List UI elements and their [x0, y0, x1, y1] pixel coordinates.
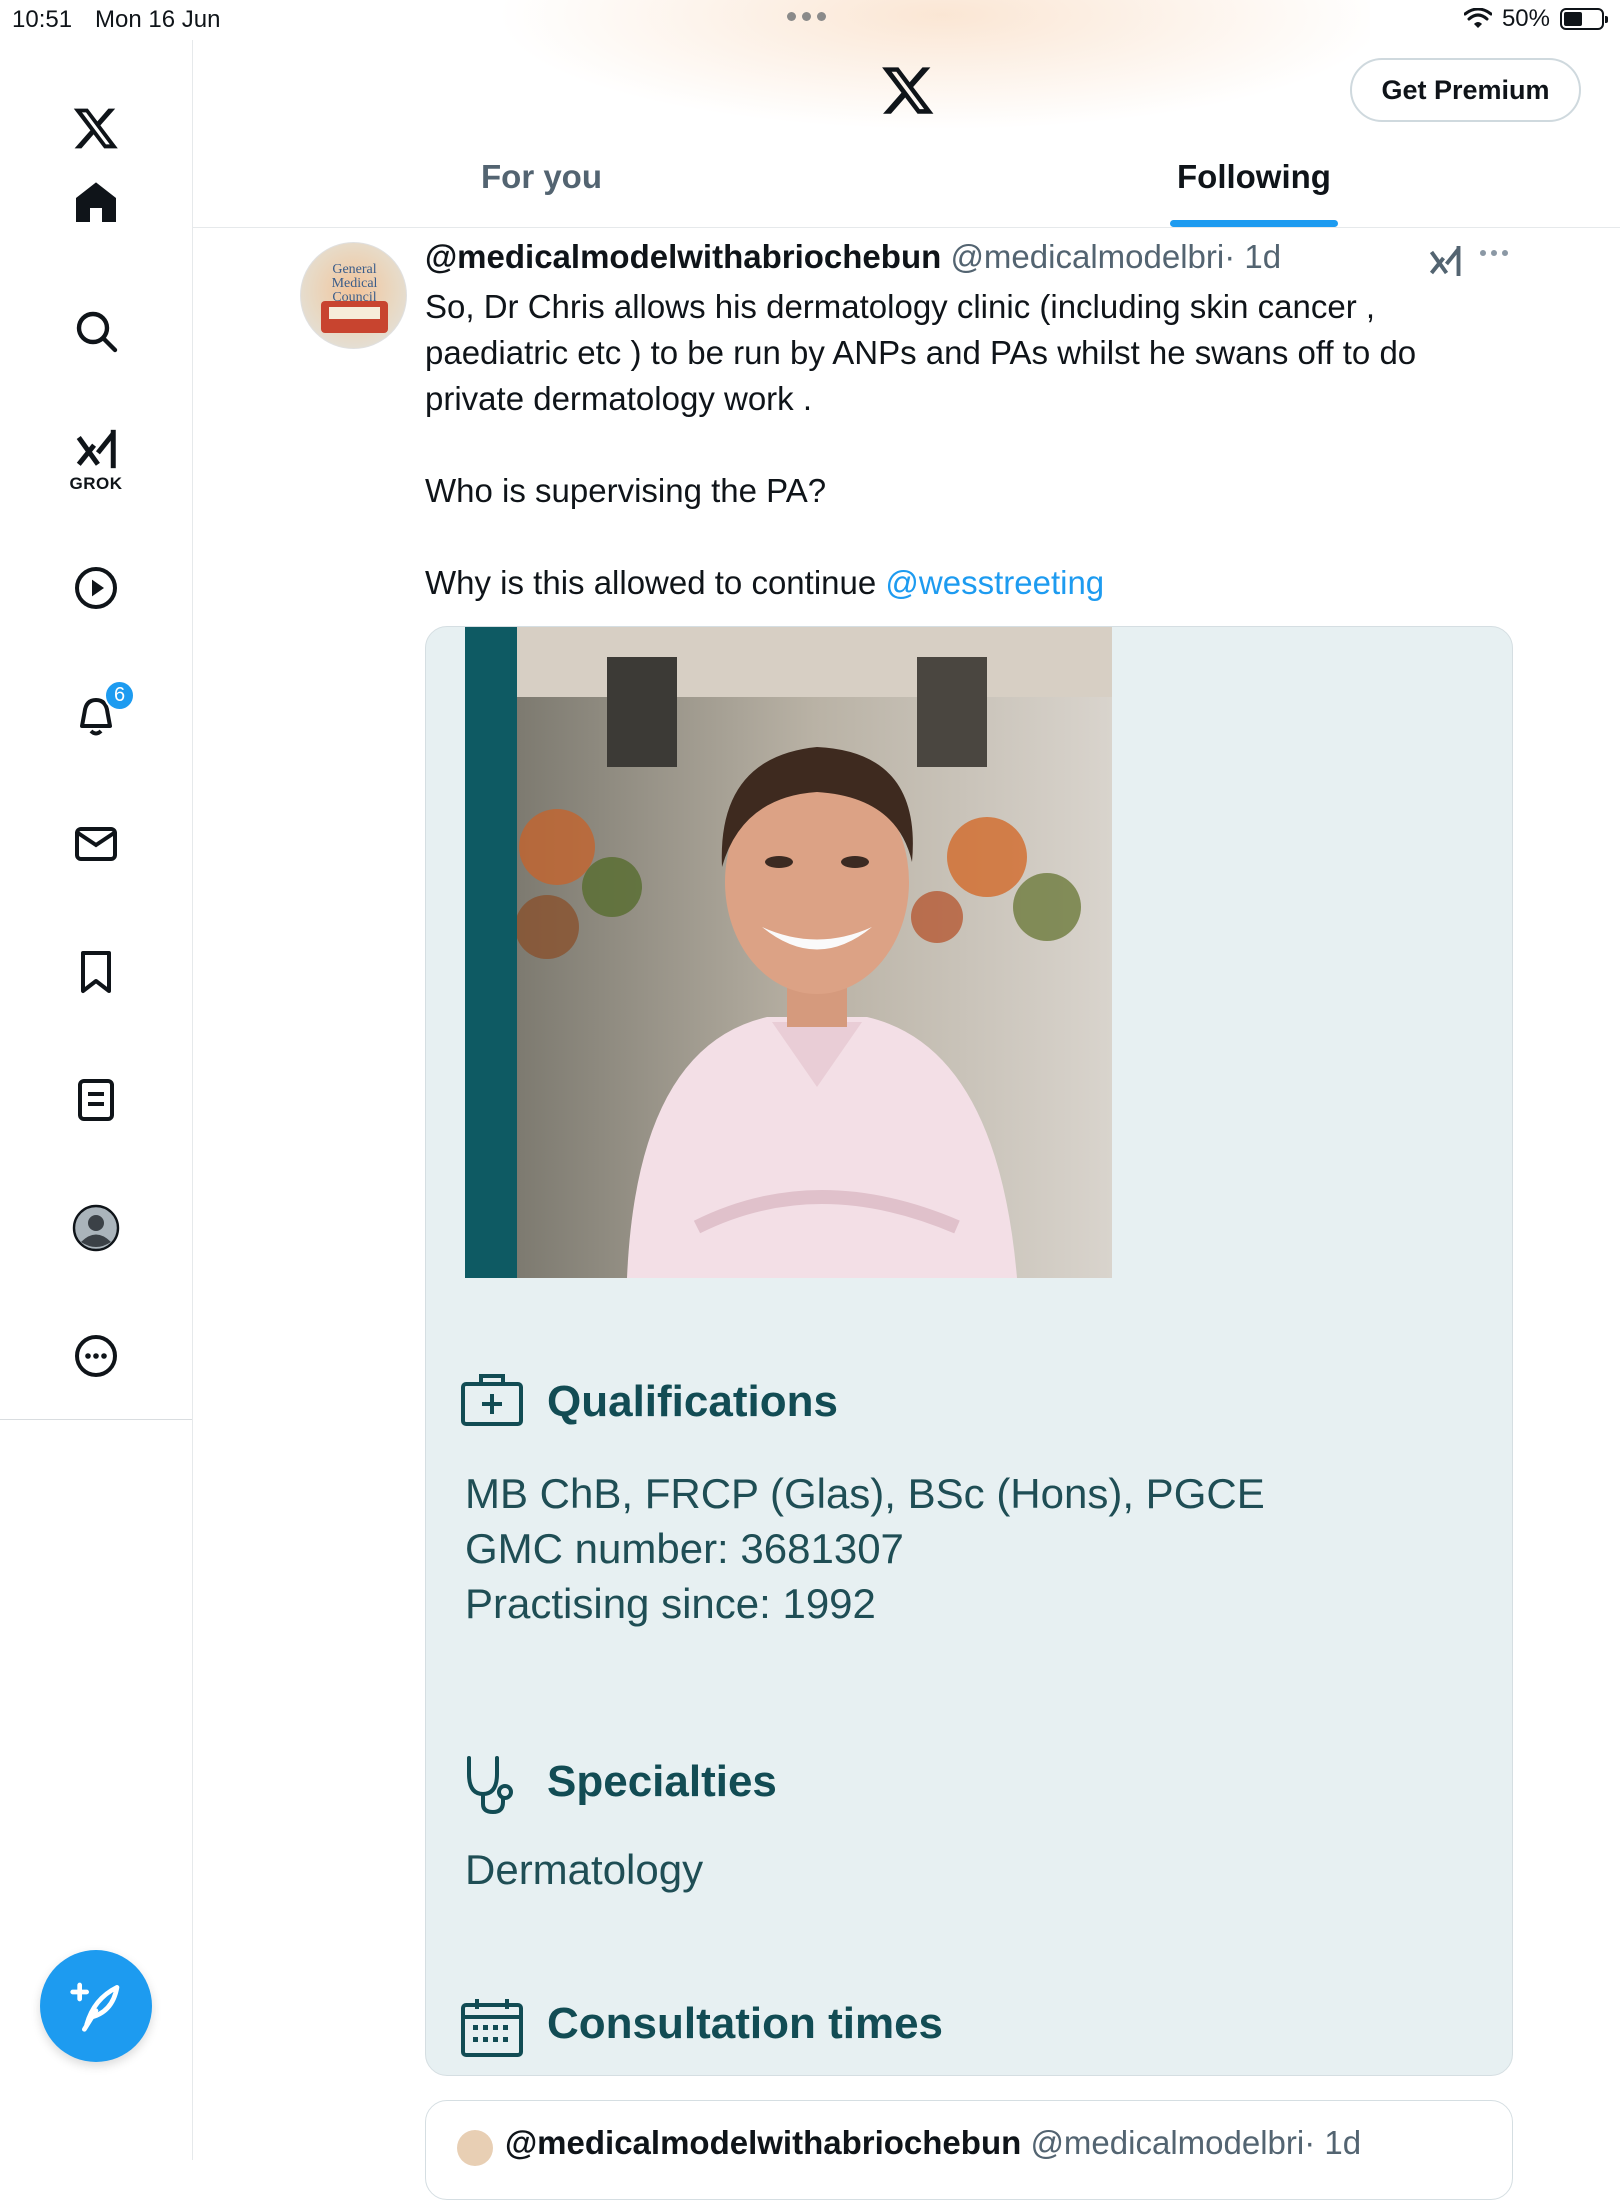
battery-icon [1560, 8, 1608, 30]
stethoscope-icon [467, 1756, 513, 1815]
practising-since-line: Practising since: 1992 [465, 1580, 876, 1627]
status-time: 10:51 [12, 6, 73, 33]
x-logo-icon[interactable] [58, 90, 134, 166]
status-bar: 10:51 Mon 16 Jun 50% [0, 0, 1620, 40]
consultation-times-heading: Consultation times [547, 1999, 944, 2048]
medical-kit-icon [461, 1374, 523, 1426]
sidebar: GROK 6 [0, 40, 193, 2160]
wifi-icon [1463, 8, 1492, 28]
tab-following[interactable]: Following [1177, 158, 1331, 196]
status-date: Mon 16 Jun [95, 6, 221, 33]
mail-icon[interactable] [58, 806, 134, 882]
next-tweet-header: @medicalmodelwithabriochebun @medicalmod… [505, 2124, 1361, 2162]
tweet-header: @medicalmodelwithabriochebun @medicalmod… [425, 238, 1281, 276]
home-icon[interactable] [58, 165, 134, 241]
author-avatar[interactable]: General Medical Council [300, 242, 407, 349]
author-name[interactable]: @medicalmodelwithabriochebun [425, 238, 941, 275]
get-premium-button[interactable]: Get Premium [1350, 58, 1581, 122]
search-icon[interactable] [58, 293, 134, 369]
tab-for-you[interactable]: For you [481, 158, 602, 196]
tweet-media[interactable]: Qualifications MB ChB, FRCP (Glas), BSc … [425, 626, 1513, 2076]
gmc-number-line: GMC number: 3681307 [465, 1525, 904, 1572]
multitasking-dots-icon[interactable] [787, 12, 826, 21]
next-tweet-time[interactable]: · 1d [1304, 2124, 1361, 2161]
svg-text:Council: Council [332, 290, 376, 305]
qualifications-line: MB ChB, FRCP (Glas), BSc (Hons), PGCE [465, 1470, 1265, 1517]
bookmark-icon[interactable] [58, 934, 134, 1010]
sidebar-divider [0, 1419, 192, 1420]
tweet-body: So, Dr Chris allows his dermatology clin… [425, 288, 1417, 601]
author-handle[interactable]: @medicalmodelbri [950, 238, 1224, 275]
notification-badge: 6 [104, 680, 135, 711]
play-icon[interactable] [58, 550, 134, 626]
photo-accent-bar [465, 627, 517, 1278]
next-tweet-avatar[interactable] [457, 2130, 493, 2166]
bell-icon[interactable]: 6 [58, 678, 135, 754]
grok-label: GROK [69, 474, 123, 493]
svg-text:Medical: Medical [332, 276, 378, 291]
x-logo-icon[interactable] [880, 62, 936, 118]
battery-percent: 50% [1501, 5, 1550, 32]
compose-button[interactable] [40, 1950, 152, 2062]
qualifications-heading: Qualifications [547, 1377, 838, 1426]
specialties-heading: Specialties [547, 1757, 777, 1806]
header-divider [193, 227, 1620, 228]
next-author-handle[interactable]: @medicalmodelbri [1030, 2124, 1304, 2161]
active-tab-indicator [1170, 220, 1338, 227]
grok-icon[interactable]: GROK [58, 415, 134, 505]
tweet-time[interactable]: · 1d [1224, 238, 1281, 275]
svg-text:General: General [332, 262, 376, 277]
tweet-text: So, Dr Chris allows his dermatology clin… [425, 284, 1515, 606]
tweet-more-icon[interactable] [1480, 250, 1508, 256]
status-right: 50% [1463, 5, 1608, 33]
doctor-photo [517, 627, 1112, 1278]
specialty-value: Dermatology [465, 1846, 704, 1893]
avatar-icon[interactable] [58, 1190, 134, 1266]
next-author-name[interactable]: @medicalmodelwithabriochebun [505, 2124, 1021, 2161]
compose-icon [70, 1982, 120, 2032]
mention-link[interactable]: @wesstreeting [885, 564, 1104, 601]
calendar-icon [461, 1999, 523, 2057]
grok-icon[interactable] [1427, 243, 1463, 279]
more-icon[interactable] [58, 1318, 134, 1394]
list-icon[interactable] [58, 1062, 134, 1138]
